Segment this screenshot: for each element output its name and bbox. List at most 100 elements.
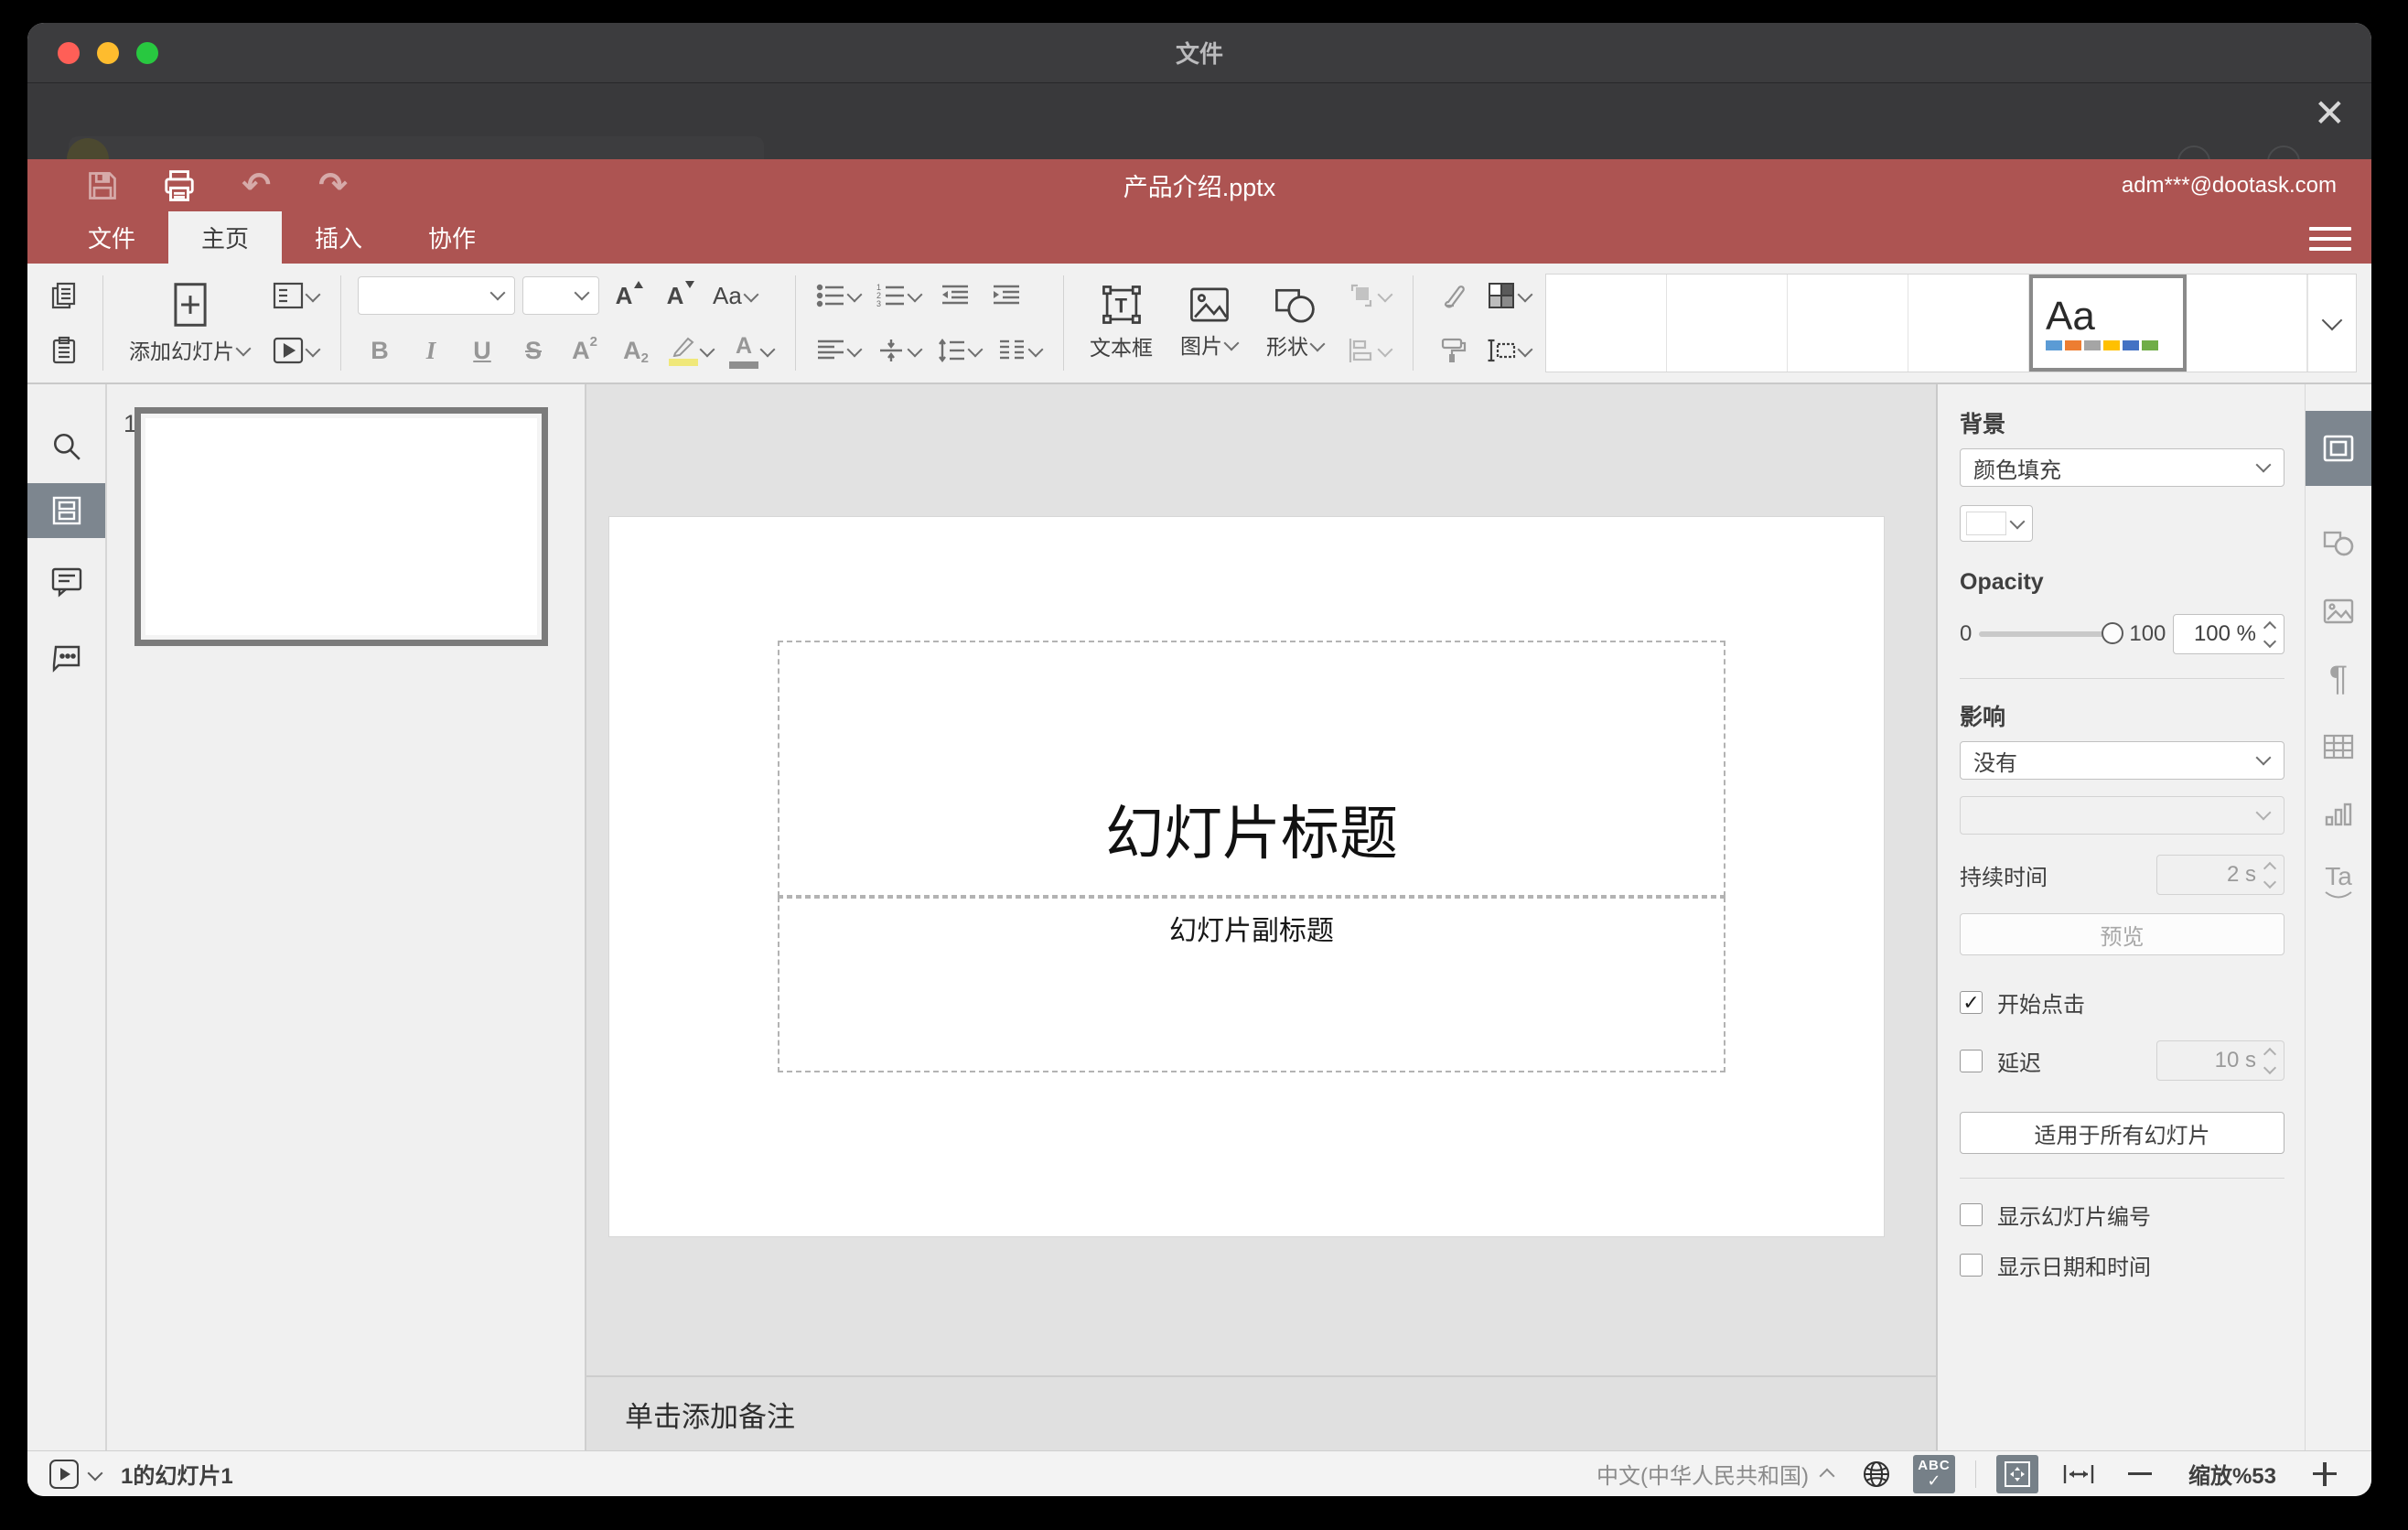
fit-slide-icon[interactable]	[1995, 1454, 2038, 1493]
picture-button[interactable]: 图片	[1171, 286, 1248, 360]
chart-settings-icon[interactable]	[2306, 781, 2371, 848]
delay-checkbox[interactable]	[1960, 1049, 1983, 1072]
canvas-area: 幻灯片标题 幻灯片副标题	[586, 384, 1936, 1375]
decrease-font-icon[interactable]: A	[658, 274, 702, 318]
show-date-row: 显示日期和时间	[1960, 1249, 2284, 1281]
arrange-shape-icon[interactable]	[1343, 274, 1396, 318]
table-settings-icon[interactable]	[2306, 713, 2371, 781]
effect-label: 影响	[1960, 705, 2006, 730]
change-case-icon[interactable]: Aa	[709, 274, 762, 318]
font-name-select[interactable]	[358, 276, 515, 315]
comments-icon[interactable]	[27, 555, 105, 609]
show-slide-number-checkbox[interactable]	[1960, 1203, 1983, 1226]
subtitle-placeholder[interactable]: 幻灯片副标题	[778, 897, 1725, 1072]
copy-icon[interactable]	[42, 274, 86, 318]
theme-gallery-expand-icon[interactable]	[2307, 275, 2356, 372]
left-tool-rail	[27, 384, 107, 1450]
theme-thumbnail[interactable]	[1667, 275, 1788, 372]
font-size-select[interactable]	[522, 276, 599, 315]
search-icon[interactable]	[27, 419, 105, 474]
zoom-out-icon[interactable]	[2127, 1471, 2152, 1476]
italic-icon[interactable]: I	[409, 329, 453, 372]
opacity-label: Opacity	[1960, 569, 2044, 595]
color-swatch	[1966, 512, 2006, 535]
tab-file[interactable]: 文件	[55, 211, 168, 264]
columns-icon[interactable]	[994, 329, 1047, 372]
strikeout-icon[interactable]: S	[511, 329, 555, 372]
hamburger-menu-icon[interactable]	[2309, 222, 2351, 255]
superscript-icon[interactable]: A2	[563, 329, 607, 372]
tab-collaboration[interactable]: 协作	[395, 211, 509, 264]
zoom-in-icon[interactable]	[2313, 1461, 2337, 1486]
close-editor-button[interactable]: ✕	[2310, 91, 2349, 136]
opacity-slider-row: 0 100 100 %	[1960, 614, 2284, 654]
show-slide-number-row: 显示幻灯片编号	[1960, 1199, 2284, 1231]
fill-type-select[interactable]: 颜色填充	[1960, 448, 2284, 487]
fit-width-icon[interactable]	[2062, 1461, 2095, 1487]
slide-indicator: 1的幻灯片1	[121, 1464, 233, 1489]
align-shape-icon[interactable]	[1343, 329, 1396, 372]
highlight-color-icon[interactable]	[665, 329, 718, 372]
delay-spinner: 10 s	[2156, 1040, 2284, 1081]
start-slideshow-status-icon[interactable]	[49, 1459, 79, 1489]
slides-panel-icon[interactable]	[27, 483, 105, 538]
shape-button[interactable]: 形状	[1257, 286, 1334, 361]
paste-icon[interactable]	[42, 329, 86, 372]
add-slide-button[interactable]: 添加幻灯片	[120, 281, 260, 365]
background-label: 背景	[1960, 412, 2006, 437]
slide-page[interactable]: 幻灯片标题 幻灯片副标题	[609, 517, 1884, 1236]
app-header: ↶ ↷ 产品介绍.pptx adm***@dootask.com 文件 主页 插…	[27, 159, 2371, 264]
text-art-settings-icon[interactable]: Ta	[2306, 848, 2371, 916]
language-selector[interactable]: 中文(中华人民共和国)	[1596, 1458, 1835, 1490]
theme-thumbnail[interactable]	[1546, 275, 1667, 372]
horizontal-align-icon[interactable]	[812, 329, 865, 372]
theme-thumbnail[interactable]	[2187, 275, 2307, 372]
image-settings-icon[interactable]	[2306, 577, 2371, 645]
show-slide-number-label: 显示幻灯片编号	[1997, 1205, 2151, 1230]
paragraph-settings-icon[interactable]: ¶	[2306, 645, 2371, 713]
line-spacing-icon[interactable]	[933, 329, 986, 372]
opacity-slider[interactable]	[1979, 622, 2124, 644]
theme-thumbnail[interactable]	[1788, 275, 1908, 372]
increase-indent-icon[interactable]	[984, 274, 1028, 318]
start-slideshow-icon[interactable]	[269, 329, 324, 372]
text-box-button[interactable]: T 文本框	[1080, 285, 1162, 361]
theme-thumbnail[interactable]	[1908, 275, 2029, 372]
bold-icon[interactable]: B	[358, 329, 402, 372]
header-top-row: ↶ ↷ 产品介绍.pptx adm***@dootask.com	[27, 159, 2371, 211]
apply-to-all-slides-button[interactable]: 适用于所有幻灯片	[1960, 1112, 2284, 1154]
vertical-align-icon[interactable]	[873, 329, 926, 372]
notes-area[interactable]: 单击添加备注	[586, 1375, 1936, 1450]
opacity-spinner[interactable]: 100 %	[2173, 614, 2284, 654]
copy-style-icon[interactable]	[1430, 329, 1474, 372]
start-click-checkbox[interactable]: ✓	[1960, 991, 1983, 1014]
eraser-icon[interactable]	[1430, 274, 1474, 318]
increase-font-icon[interactable]: A	[607, 274, 650, 318]
slide-thumbnail-1[interactable]	[134, 407, 548, 646]
decrease-indent-icon[interactable]	[933, 274, 977, 318]
tab-insert[interactable]: 插入	[282, 211, 395, 264]
show-date-checkbox[interactable]	[1960, 1254, 1983, 1277]
theme-thumbnail-selected[interactable]: Aa	[2029, 275, 2187, 372]
fill-color-swatch[interactable]	[1960, 505, 2033, 542]
chat-icon[interactable]	[27, 630, 105, 684]
tab-home[interactable]: 主页	[168, 211, 283, 264]
opacity-slider-handle[interactable]	[2102, 622, 2124, 644]
effect-select[interactable]: 没有	[1960, 741, 2284, 780]
font-group: A A Aa B I U S A2 A2 A	[358, 272, 779, 374]
font-color-icon[interactable]: A	[726, 329, 779, 372]
subscript-icon[interactable]: A2	[614, 329, 658, 372]
bullets-icon[interactable]	[812, 274, 865, 318]
shape-settings-icon[interactable]	[2306, 510, 2371, 577]
arrange-group	[1343, 272, 1396, 374]
effect-type-select	[1960, 796, 2284, 835]
color-scheme-icon[interactable]	[1483, 274, 1536, 318]
underline-icon[interactable]: U	[460, 329, 504, 372]
slide-layout-icon[interactable]	[269, 274, 324, 318]
numbering-icon[interactable]: 123	[873, 274, 926, 318]
spell-check-icon[interactable]: ABC ✓	[1912, 1454, 1955, 1493]
slide-size-icon[interactable]	[1483, 329, 1536, 372]
set-language-icon[interactable]	[1862, 1460, 1891, 1489]
title-placeholder[interactable]: 幻灯片标题	[778, 641, 1725, 897]
slide-settings-icon[interactable]	[2306, 411, 2371, 486]
